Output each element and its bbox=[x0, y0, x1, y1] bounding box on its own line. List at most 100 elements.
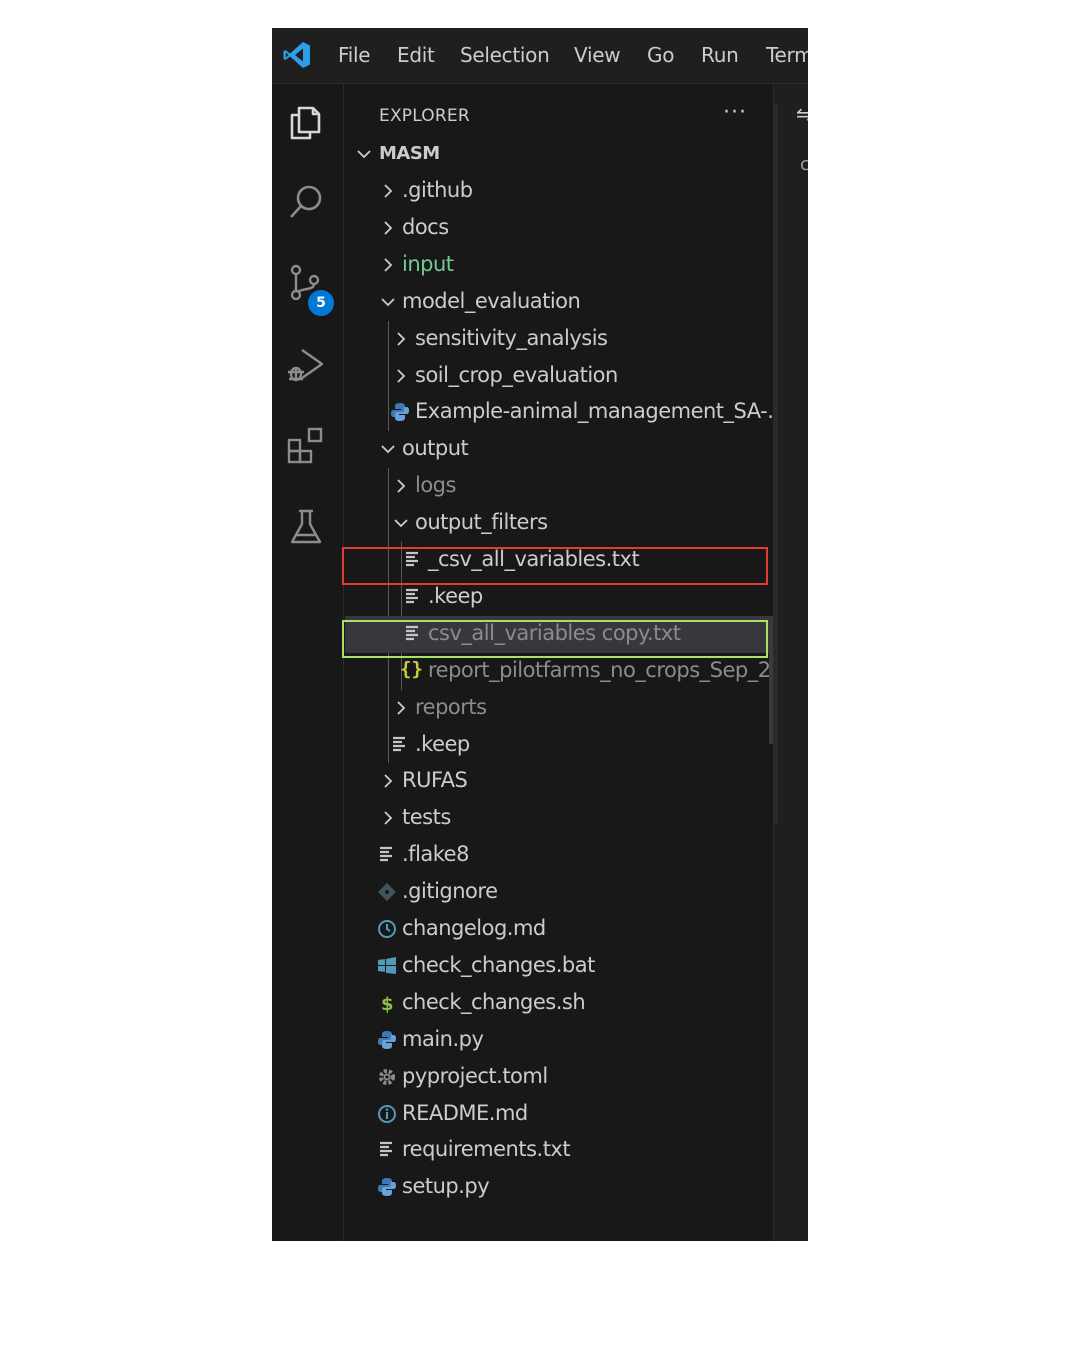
tree-item-label: README.md bbox=[402, 1100, 528, 1125]
tree-folder-row[interactable]: soil_crop_evaluation bbox=[345, 358, 773, 395]
menu-go[interactable]: Go bbox=[647, 43, 674, 67]
tree-file-row[interactable]: .flake8 bbox=[345, 837, 773, 874]
tree-item-label: check_changes.bat bbox=[402, 952, 595, 977]
tree-file-row[interactable]: {} report_pilotfarms_no_crops_Sep_2... bbox=[345, 653, 790, 690]
tree-item-label: docs bbox=[402, 214, 449, 239]
source-control-badge: 5 bbox=[306, 288, 336, 318]
tree-folder-row[interactable]: model_evaluation bbox=[345, 284, 773, 321]
tree-folder-row[interactable]: logs bbox=[345, 468, 773, 505]
tree-folder-row[interactable]: output_filters bbox=[345, 505, 773, 542]
vscode-window: File Edit Selection View Go Run Term EXP… bbox=[272, 28, 808, 1241]
tree-item-label: report_pilotfarms_no_crops_Sep_2... bbox=[428, 657, 790, 682]
text-file-icon bbox=[402, 586, 424, 608]
tree-item-label: requirements.txt bbox=[402, 1137, 571, 1162]
tree-item-label: check_changes.sh bbox=[402, 989, 586, 1014]
chevron-down-icon[interactable] bbox=[379, 293, 397, 311]
tree-file-row[interactable]: requirements.txt bbox=[345, 1132, 773, 1169]
tree-item-label: .flake8 bbox=[402, 842, 469, 867]
tree-folder-row[interactable]: .github bbox=[345, 173, 773, 210]
tree-file-row[interactable]: setup.py bbox=[345, 1169, 773, 1206]
tree-file-row[interactable]: .keep bbox=[345, 579, 773, 616]
menu-run[interactable]: Run bbox=[701, 43, 739, 67]
text-file-icon bbox=[402, 623, 424, 645]
menu-view[interactable]: View bbox=[574, 43, 621, 67]
tree-item-label: _csv_all_variables.txt bbox=[428, 547, 640, 571]
windows-file-icon bbox=[376, 955, 398, 977]
tree-folder-row[interactable]: input bbox=[345, 247, 773, 284]
chevron-down-icon[interactable] bbox=[379, 440, 397, 458]
tree-file-row[interactable]: $ check_changes.sh bbox=[345, 985, 773, 1022]
chevron-down-icon[interactable] bbox=[392, 514, 410, 532]
tree-item-label: setup.py bbox=[402, 1174, 490, 1199]
chevron-down-icon bbox=[355, 145, 373, 163]
settings-file-icon bbox=[376, 1066, 398, 1088]
text-file-icon bbox=[376, 1139, 398, 1161]
tree-item-label: changelog.md bbox=[402, 916, 546, 940]
run-debug-icon[interactable] bbox=[284, 342, 328, 386]
menu-file[interactable]: File bbox=[338, 43, 371, 67]
menu-terminal[interactable]: Term bbox=[766, 43, 808, 67]
tree-item-label: .keep bbox=[428, 583, 483, 608]
tree-file-row[interactable]: Example-animal_management_SA-... bbox=[345, 394, 786, 431]
text-file-icon bbox=[389, 734, 411, 756]
tree-file-row[interactable]: changelog.md bbox=[345, 911, 773, 948]
title-bar: File Edit Selection View Go Run Term bbox=[272, 28, 808, 84]
tree-item-label: reports bbox=[415, 694, 487, 719]
chevron-right-icon[interactable] bbox=[392, 367, 410, 385]
tree-file-row[interactable]: .keep bbox=[345, 727, 773, 764]
chevron-right-icon[interactable] bbox=[379, 182, 397, 200]
tree-item-label: pyproject.toml bbox=[402, 1063, 548, 1088]
python-file-icon bbox=[376, 1176, 398, 1198]
tree-item-label: csv_all_variables copy.txt bbox=[428, 620, 681, 645]
python-file-icon bbox=[389, 401, 411, 423]
editor-scrollbar[interactable] bbox=[774, 104, 778, 824]
text-file-icon bbox=[376, 844, 398, 866]
tree-folder-row[interactable]: tests bbox=[345, 800, 773, 837]
chevron-right-icon[interactable] bbox=[392, 330, 410, 348]
editor-area: ⇋ c bbox=[773, 84, 808, 1241]
tree-file-row[interactable]: pyproject.toml bbox=[345, 1059, 773, 1096]
shell-file-icon: $ bbox=[376, 992, 398, 1015]
tree-item-label: input bbox=[402, 251, 454, 276]
editor-fragment-text: c bbox=[800, 154, 808, 175]
menu-selection[interactable]: Selection bbox=[460, 43, 550, 67]
text-file-icon bbox=[402, 549, 424, 571]
search-icon[interactable] bbox=[284, 180, 328, 224]
editor-fragment-icon: ⇋ bbox=[796, 102, 808, 126]
tree-file-row[interactable]: check_changes.bat bbox=[345, 948, 773, 985]
tree-item-label: model_evaluation bbox=[402, 288, 581, 313]
chevron-right-icon[interactable] bbox=[379, 256, 397, 274]
tree-item-label: main.py bbox=[402, 1026, 484, 1051]
tree-file-row[interactable]: _csv_all_variables.txt bbox=[345, 542, 773, 579]
json-file-icon: {} bbox=[400, 657, 423, 680]
files-icon[interactable] bbox=[284, 100, 328, 144]
python-file-icon bbox=[376, 1029, 398, 1051]
chevron-right-icon[interactable] bbox=[392, 477, 410, 495]
chevron-right-icon[interactable] bbox=[379, 772, 397, 790]
more-actions-icon[interactable]: ··· bbox=[723, 100, 747, 125]
tree-file-row[interactable]: main.py bbox=[345, 1022, 773, 1059]
tree-folder-row[interactable]: output bbox=[345, 431, 773, 468]
chevron-right-icon[interactable] bbox=[379, 219, 397, 237]
tree-file-row[interactable]: README.md bbox=[345, 1096, 773, 1133]
tree-item-label: logs bbox=[415, 473, 456, 498]
testing-icon[interactable] bbox=[284, 504, 328, 548]
chevron-right-icon[interactable] bbox=[392, 699, 410, 717]
tree-file-row[interactable]: .gitignore bbox=[345, 874, 773, 911]
activity-bar bbox=[272, 84, 344, 1241]
tree-item-label: output bbox=[402, 436, 469, 461]
tree-root-masm[interactable]: MASM bbox=[345, 136, 773, 173]
chevron-right-icon[interactable] bbox=[379, 809, 397, 827]
tree-item-label: output_filters bbox=[415, 510, 548, 535]
tree-item-label: RUFAS bbox=[402, 768, 468, 793]
tree-item-label: tests bbox=[402, 805, 451, 830]
tree-folder-row[interactable]: RUFAS bbox=[345, 763, 773, 800]
tree-folder-row[interactable]: sensitivity_analysis bbox=[345, 321, 773, 358]
svg-text:$: $ bbox=[381, 994, 394, 1014]
changelog-file-icon bbox=[376, 918, 398, 940]
extensions-icon[interactable] bbox=[284, 424, 328, 468]
tree-file-row[interactable]: csv_all_variables copy.txt bbox=[345, 615, 773, 653]
menu-edit[interactable]: Edit bbox=[397, 43, 435, 67]
tree-folder-row[interactable]: reports bbox=[345, 690, 773, 727]
tree-folder-row[interactable]: docs bbox=[345, 210, 773, 247]
